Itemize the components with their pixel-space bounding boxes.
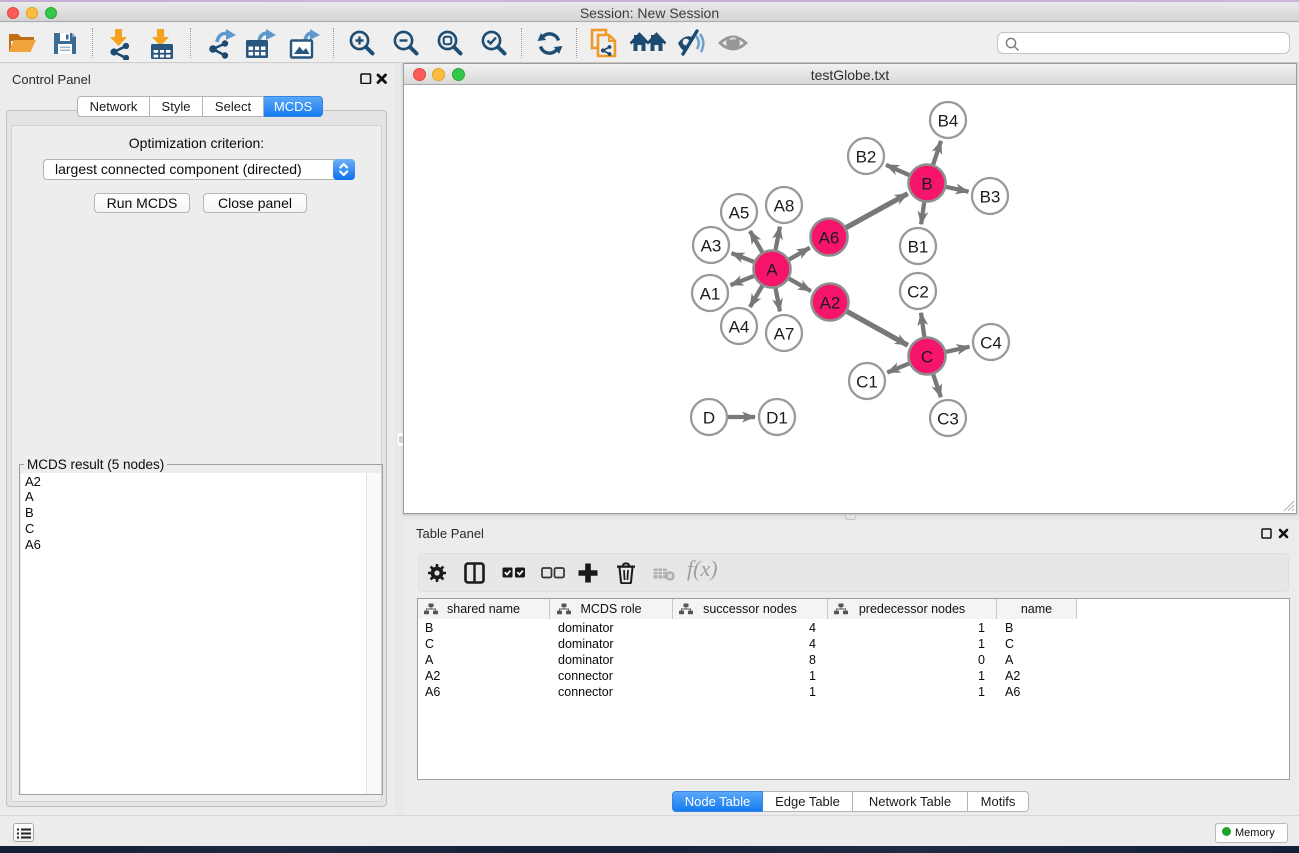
svg-text:A6: A6 [819,229,840,248]
svg-text:A8: A8 [774,197,795,216]
svg-text:C2: C2 [907,283,929,302]
svg-text:A: A [766,261,778,280]
svg-text:C1: C1 [856,373,878,392]
svg-text:A2: A2 [820,294,841,313]
svg-text:C4: C4 [980,334,1002,353]
svg-text:B1: B1 [908,238,929,257]
svg-text:B2: B2 [856,148,877,167]
svg-text:A7: A7 [774,325,795,344]
svg-text:B3: B3 [980,188,1001,207]
svg-text:B4: B4 [938,112,959,131]
svg-text:B: B [921,175,932,194]
svg-text:C3: C3 [937,410,959,429]
svg-text:A1: A1 [700,285,721,304]
svg-text:A3: A3 [701,237,722,256]
svg-text:D: D [703,409,715,428]
svg-text:D1: D1 [766,409,788,428]
svg-text:C: C [921,348,933,367]
svg-text:A5: A5 [729,204,750,223]
svg-text:A4: A4 [729,318,750,337]
